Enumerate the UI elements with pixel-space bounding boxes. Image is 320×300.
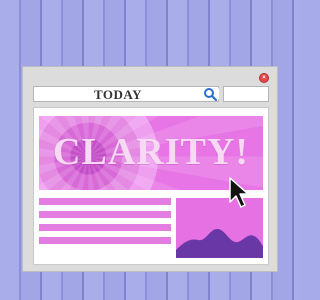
address-bar[interactable]: TODAY [33, 86, 219, 102]
text-placeholder-lines [39, 198, 171, 250]
text-line [39, 198, 171, 205]
text-line [39, 211, 171, 218]
close-icon[interactable]: × [259, 73, 269, 83]
search-icon [201, 87, 219, 102]
text-line [39, 237, 171, 244]
browser-window: × TODAY CLARITY! [22, 66, 278, 272]
secondary-field[interactable] [223, 86, 269, 102]
hero-title: CLARITY! [53, 131, 249, 173]
text-line [39, 224, 171, 231]
address-text: TODAY [94, 87, 143, 102]
mouse-pointer-icon [229, 177, 249, 208]
search-button[interactable] [200, 86, 220, 102]
